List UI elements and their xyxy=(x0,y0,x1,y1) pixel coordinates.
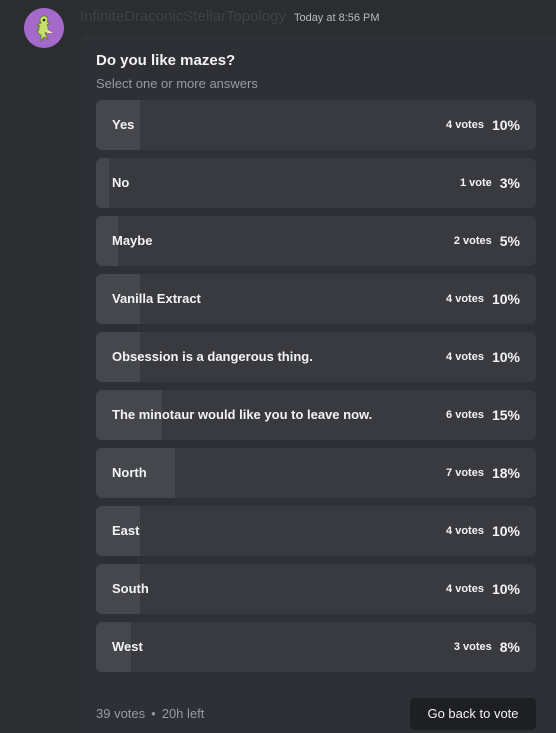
answer-percent: 10% xyxy=(491,291,520,307)
poll-answer[interactable]: Yes 4 votes 10% xyxy=(96,100,536,150)
answer-percent: 5% xyxy=(499,233,520,249)
poll-question: Do you like mazes? xyxy=(96,52,236,69)
answer-label: East xyxy=(112,523,140,538)
answer-percent: 18% xyxy=(491,465,520,481)
answer-result-bar xyxy=(96,158,110,208)
answer-label: Vanilla Extract xyxy=(112,291,201,306)
answer-label: The minotaur would like you to leave now… xyxy=(112,407,373,422)
poll-answer[interactable]: East 4 votes 10% xyxy=(96,506,536,556)
answer-vote-count: 2 votes xyxy=(453,235,492,247)
poll-answer[interactable]: South 4 votes 10% xyxy=(96,564,536,614)
answer-vote-count: 4 votes xyxy=(446,583,484,595)
total-votes: 39 votes xyxy=(96,706,146,721)
timestamp[interactable]: Today at 8:56 PM xyxy=(294,12,380,24)
answer-vote-count: 1 vote xyxy=(459,177,492,189)
answer-percent: 10% xyxy=(491,523,520,539)
answer-result: 4 votes 10% xyxy=(446,274,520,324)
poll-answer[interactable]: Vanilla Extract 4 votes 10% xyxy=(96,274,536,324)
answer-vote-count: 7 votes xyxy=(446,467,484,479)
go-back-to-vote-button[interactable]: Go back to vote xyxy=(410,698,536,730)
answer-result: 4 votes 10% xyxy=(446,506,520,556)
answer-label: North xyxy=(112,465,147,480)
message-header: InfiniteDraconicStellarTopology Today at… xyxy=(80,8,380,28)
answer-result: 2 votes 5% xyxy=(454,216,520,266)
answer-label: Yes xyxy=(112,117,135,132)
answer-vote-count: 4 votes xyxy=(446,351,484,363)
answer-percent: 10% xyxy=(491,581,520,597)
answer-label: Maybe xyxy=(112,233,153,248)
left-rail xyxy=(0,0,8,733)
poll-answers: Yes 4 votes 10% No 1 vote 3% Maybe 2 vot… xyxy=(96,100,536,680)
answer-percent: 15% xyxy=(491,407,520,423)
answer-result: 3 votes 8% xyxy=(454,622,520,672)
poll-card-body: Do you like mazes? Select one or more an… xyxy=(80,34,556,733)
poll-answer[interactable]: North 7 votes 18% xyxy=(96,448,536,498)
answer-result: 7 votes 18% xyxy=(446,448,520,498)
meta-separator: • xyxy=(151,706,156,721)
poll-answer[interactable]: West 3 votes 8% xyxy=(96,622,536,672)
poll-answer[interactable]: No 1 vote 3% xyxy=(96,158,536,208)
answer-label: Obsession is a dangerous thing. xyxy=(112,349,313,364)
answer-percent: 10% xyxy=(491,349,520,365)
poll-footer: 39 votes • 20h left Go back to vote xyxy=(96,698,536,730)
answer-percent: 3% xyxy=(499,175,520,191)
answer-result: 4 votes 10% xyxy=(446,332,520,382)
answer-vote-count: 3 votes xyxy=(453,641,492,653)
poll-subtitle: Select one or more answers xyxy=(96,76,258,91)
answer-result: 6 votes 15% xyxy=(446,390,520,440)
answer-label: No xyxy=(112,175,130,190)
answer-result: 4 votes 10% xyxy=(446,100,520,150)
poll-meta: 39 votes • 20h left xyxy=(96,698,204,730)
answer-vote-count: 4 votes xyxy=(446,119,484,131)
poll-answer[interactable]: Maybe 2 votes 5% xyxy=(96,216,536,266)
poll-answer[interactable]: The minotaur would like you to leave now… xyxy=(96,390,536,440)
answer-result: 4 votes 10% xyxy=(446,564,520,614)
answer-result: 1 vote 3% xyxy=(460,158,520,208)
creature-avatar-icon xyxy=(24,8,64,48)
username[interactable]: InfiniteDraconicStellarTopology xyxy=(80,8,286,25)
time-left: 20h left xyxy=(161,706,205,721)
poll-message: InfiniteDraconicStellarTopology Today at… xyxy=(0,0,556,733)
poll-card: Do you like mazes? Select one or more an… xyxy=(80,34,556,733)
answer-label: West xyxy=(112,639,143,654)
answer-vote-count: 6 votes xyxy=(446,409,484,421)
answer-percent: 10% xyxy=(491,117,520,133)
answer-label: South xyxy=(112,581,149,596)
answer-percent: 8% xyxy=(499,639,520,655)
user-avatar[interactable] xyxy=(24,8,64,48)
answer-vote-count: 4 votes xyxy=(446,293,484,305)
answer-vote-count: 4 votes xyxy=(446,525,484,537)
poll-answer[interactable]: Obsession is a dangerous thing. 4 votes … xyxy=(96,332,536,382)
